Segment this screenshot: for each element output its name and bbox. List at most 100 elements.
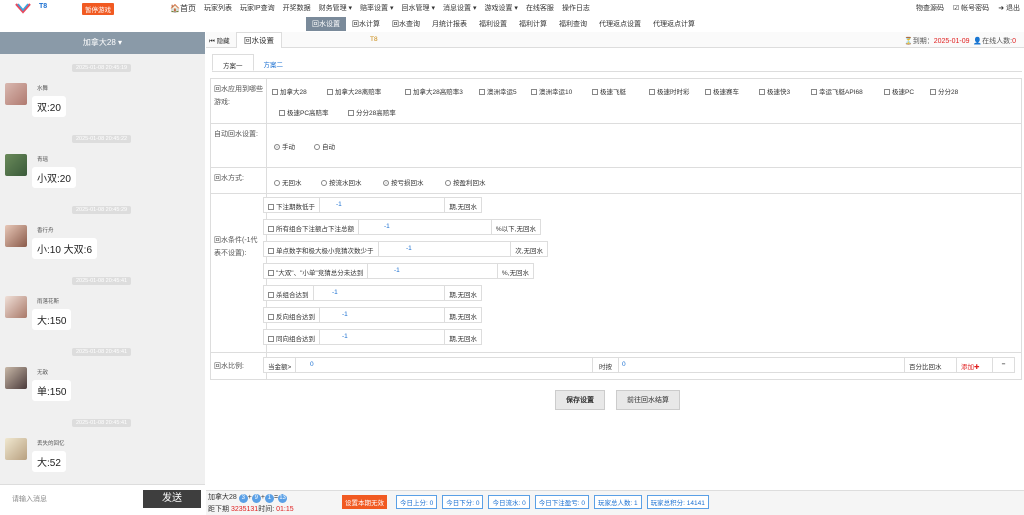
message-time: 2025-01-08 20:45:41 — [72, 419, 132, 427]
tab-scheme-2[interactable]: 方案二 — [254, 54, 294, 71]
auto-row: 自动回水设置: 手动 自动 — [211, 124, 1021, 168]
subnav-welfare-query[interactable]: 福利查询 — [553, 17, 593, 31]
save-button[interactable]: 保存设置 — [555, 390, 605, 410]
game-checkbox[interactable]: 极速PC — [884, 86, 914, 96]
radio-no-rebate[interactable]: 无回水 — [274, 177, 302, 187]
game-checkbox[interactable]: 澳洲幸运5 — [479, 86, 517, 96]
ratio-fields: 当金额> 0 时按 0 百分比回水 添加✚ − — [263, 357, 1015, 373]
game-checkbox[interactable]: 极速时时彩 — [649, 86, 690, 96]
main-nav: 🏠首页 玩家列表 玩家IP查询 开奖数据 财务管理 ▾ 赔率设置 ▾ 回水管理 … — [170, 3, 598, 14]
subnav-rebate-query[interactable]: 回水查询 — [386, 17, 426, 31]
subnav-rebate-calc[interactable]: 回水计算 — [346, 17, 386, 31]
radio-manual[interactable]: 手动 — [274, 141, 295, 151]
last-result: 加拿大28 3 +9 +1 =13 — [208, 494, 288, 503]
main-content: ⏮ 隐藏 回水设置 T8 ⏳到期：2025-01-09 👤在线人数:0 方案一 … — [206, 32, 1024, 490]
footer-bar: 加拿大28 3 +9 +1 =13 距下期 3235131时间: 01:15 设置本期… — [206, 490, 1024, 515]
logout-link[interactable]: ➜ 退出 — [998, 3, 1020, 13]
nav-rebate[interactable]: 回水管理 ▾ — [402, 3, 435, 14]
radio-auto[interactable]: 自动 — [314, 141, 335, 151]
condition-field[interactable]: 同向组合达到 -1 期,无回水 — [263, 329, 482, 345]
amount-input[interactable]: 0 — [310, 361, 314, 368]
nav-finance[interactable]: 财务管理 ▾ — [319, 3, 352, 14]
conditions-label: 回水条件(-1代表不设置): — [211, 194, 267, 352]
subnav-agent-rebate-settings[interactable]: 代理返点设置 — [593, 17, 647, 31]
nav-support[interactable]: 在线客服 — [526, 3, 554, 14]
tab-scheme-1[interactable]: 方案一 — [212, 54, 254, 71]
message-sender: 雨落花斯 — [37, 299, 60, 305]
goto-button-wrap: 前往回水结算 — [616, 390, 680, 410]
add-button[interactable]: 添加✚ — [956, 358, 983, 372]
condition-field[interactable]: 反向组合达到 -1 期,无回水 — [263, 307, 482, 323]
message-time: 2025-01-08 20:45:41 — [72, 348, 132, 356]
nav-game-settings[interactable]: 游戏设置 ▾ — [484, 3, 517, 14]
mode-label: 回水方式: — [211, 168, 267, 193]
message-bubble: 双:20 — [32, 96, 66, 117]
set-invalid-button[interactable]: 设置本期无效 — [342, 495, 387, 509]
radio-by-turnover[interactable]: 按流水回水 — [321, 177, 362, 187]
avatar — [5, 438, 27, 460]
condition-field[interactable]: "大双"、"小单"竞猜总分未达到 -1 %,无回水 — [263, 263, 534, 279]
message-bubble: 大:52 — [32, 451, 66, 472]
pct-input[interactable]: 0 — [622, 361, 626, 368]
top-right-links: 物查源码 ☑ 帐号密码 ➜ 退出 — [907, 3, 1020, 13]
radio-by-loss[interactable]: 按亏损回水 — [383, 177, 424, 187]
game-checkbox[interactable]: 加拿大28高赔率3 — [405, 86, 463, 96]
radio-by-profit[interactable]: 按盈利回水 — [445, 177, 486, 187]
game-checkbox[interactable]: 极速PC高赔率 — [279, 107, 329, 117]
auto-label: 自动回水设置: — [211, 124, 267, 167]
subnav-monthly-report[interactable]: 月统计报表 — [426, 17, 473, 31]
game-checkbox[interactable]: 极速赛车 — [705, 86, 739, 96]
nav-odds[interactable]: 赔率设置 ▾ — [360, 3, 393, 14]
nav-draw-data[interactable]: 开奖数据 — [283, 3, 311, 14]
source-link[interactable]: 物查源码 — [916, 3, 944, 13]
message-time: 2025-01-08 20:45:19 — [72, 64, 132, 72]
remove-button[interactable]: − — [992, 358, 1014, 372]
game-checkbox[interactable]: 幸运飞艇API68 — [811, 86, 863, 96]
condition-field[interactable]: 单点数字和极大极小竞猜次数少于 -1 次,无回水 — [263, 241, 548, 257]
nav-home[interactable]: 🏠首页 — [170, 3, 196, 14]
condition-field[interactable]: 所有组合下注额占下注总额 -1 %以下,无回水 — [263, 219, 541, 235]
tab-rebate-settings[interactable]: 回水设置 — [236, 32, 282, 48]
stat-today-deposit: 今日上分: 0 — [396, 495, 438, 509]
avatar — [5, 367, 27, 389]
pct-label: 百分比回水 — [904, 358, 946, 372]
condition-field[interactable]: 下注期数低于 -1 期,无回水 — [263, 197, 482, 213]
game-checkbox[interactable]: 极速飞艇 — [592, 86, 626, 96]
sub-nav: 回水设置 回水计算 回水查询 月统计报表 福利设置 福利计算 福利查询 代理返点… — [306, 17, 701, 31]
game-checkbox[interactable]: 加拿大28 — [272, 86, 307, 96]
chat-panel: 加拿大28 ▾ 2025-01-08 20:45:19 水舞 双:20 2025… — [0, 32, 205, 515]
game-checkbox[interactable]: 极速快3 — [759, 86, 790, 96]
scheme-tabs: 方案一 方案二 — [212, 54, 1022, 72]
game-checkbox[interactable]: 分分28高赔率 — [348, 107, 396, 117]
hide-sidebar-button[interactable]: ⏮ 隐藏 — [209, 35, 230, 46]
nav-player-ip[interactable]: 玩家IP查询 — [240, 3, 275, 14]
chat-input[interactable]: 请输入消息 — [12, 494, 47, 504]
send-button[interactable]: 发送 — [143, 490, 201, 508]
logo-icon — [15, 3, 31, 14]
nav-player-list[interactable]: 玩家列表 — [204, 3, 232, 14]
account-password-link[interactable]: ☑ 帐号密码 — [953, 3, 989, 13]
chat-messages: 2025-01-08 20:45:19 水舞 双:20 2025-01-08 2… — [0, 54, 205, 484]
stat-today-pnl: 今日下注盈亏: 0 — [534, 495, 589, 509]
message-bubble: 大:150 — [32, 309, 72, 330]
save-button-wrap: 保存设置 — [555, 390, 605, 410]
condition-field[interactable]: 杀组合达到 -1 期,无回水 — [263, 285, 482, 301]
message-sender: 青瑶 — [37, 157, 49, 163]
game-checkbox[interactable]: 分分28 — [930, 86, 958, 96]
stop-game-button[interactable]: 暂停游戏 — [82, 3, 114, 15]
subnav-agent-rebate-calc[interactable]: 代理返点计算 — [647, 17, 701, 31]
message-sender: 香行舟 — [37, 228, 54, 234]
nav-log[interactable]: 操作日志 — [562, 3, 590, 14]
subnav-welfare-calc[interactable]: 福利计算 — [513, 17, 553, 31]
game-selector[interactable]: 加拿大28 ▾ — [0, 32, 205, 54]
stat-today-withdraw: 今日下分: 0 — [442, 495, 484, 509]
goto-settlement-button[interactable]: 前往回水结算 — [616, 390, 680, 410]
subnav-rebate-settings[interactable]: 回水设置 — [306, 17, 346, 31]
expiry-date: 2025-01-09 — [933, 38, 970, 45]
nav-message[interactable]: 消息设置 ▾ — [443, 3, 476, 14]
game-checkbox[interactable]: 澳洲幸运10 — [531, 86, 572, 96]
subnav-welfare-settings[interactable]: 福利设置 — [473, 17, 513, 31]
stats-bar: 今日上分: 0 今日下分: 0 今日流水: 0 今日下注盈亏: 0 玩家总人数:… — [396, 495, 714, 509]
amount-label: 当金额> — [264, 358, 297, 372]
game-checkbox[interactable]: 加拿大28离赔率 — [327, 86, 381, 96]
